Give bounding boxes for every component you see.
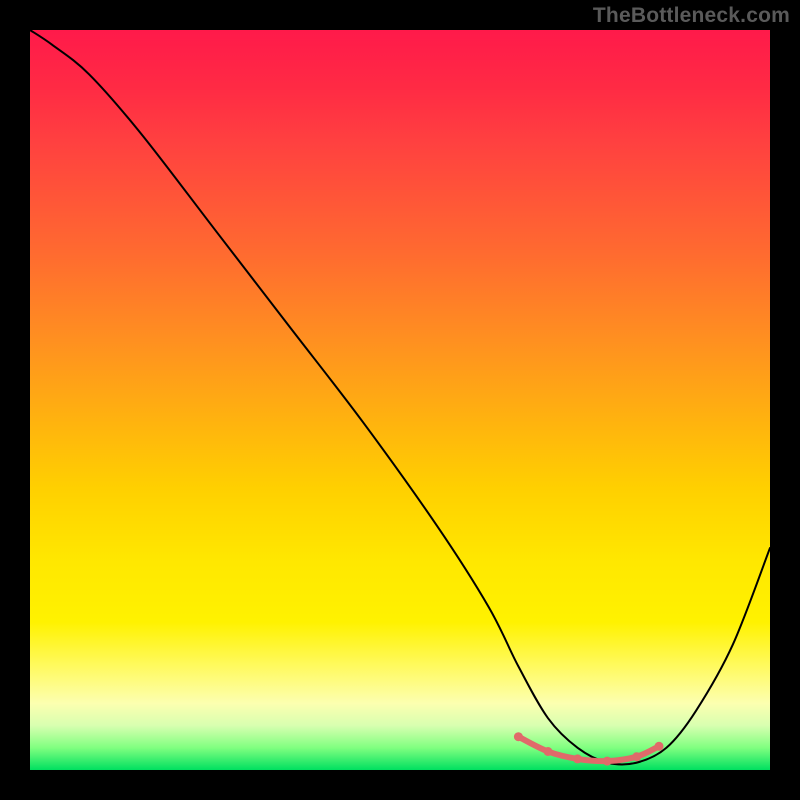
bottleneck-curve <box>30 30 770 764</box>
plot-area <box>30 30 770 770</box>
optimal-zone-dot <box>514 732 523 741</box>
curve-svg <box>30 30 770 770</box>
chart-container: TheBottleneck.com <box>0 0 800 800</box>
watermark-label: TheBottleneck.com <box>593 4 790 28</box>
optimal-zone-dot <box>573 754 582 763</box>
optimal-zone-dot <box>655 742 664 751</box>
optimal-zone-dot <box>544 747 553 756</box>
optimal-zone-dot <box>603 757 612 766</box>
optimal-zone-dot <box>632 752 641 761</box>
